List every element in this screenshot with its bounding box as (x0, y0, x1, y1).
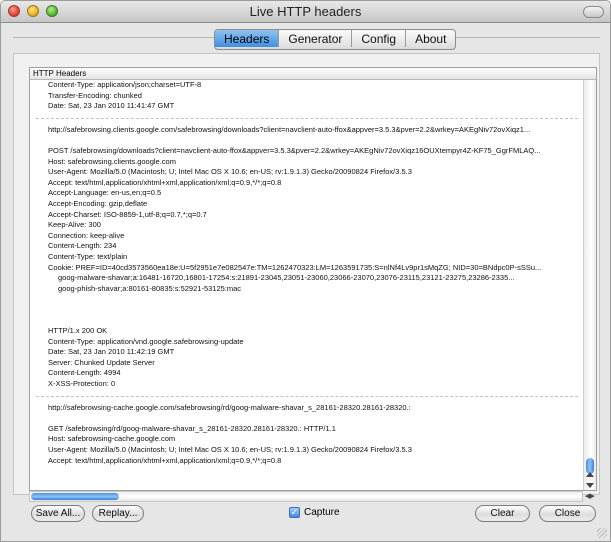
scroll-right-icon[interactable]: ▶ (589, 493, 594, 500)
http-headers-list[interactable]: HTTP Headers Content-Type: application/j… (29, 67, 597, 491)
tab-headers[interactable]: Headers (215, 30, 280, 47)
header-line[interactable]: Connection: keep-alive (30, 231, 582, 242)
horizontal-scroll-thumb[interactable] (31, 493, 119, 500)
resize-grip-icon[interactable] (597, 528, 607, 538)
header-line[interactable]: HTTP/1.x 200 OK (30, 326, 582, 337)
header-line[interactable]: Transfer-Encoding: chunked (30, 91, 582, 102)
window-title: Live HTTP headers (249, 4, 362, 19)
header-line[interactable]: Content-Type: application/json;charset=U… (30, 80, 582, 91)
horizontal-scrollbar[interactable] (29, 491, 583, 502)
header-line[interactable]: Accept: text/html,application/xhtml+xml,… (30, 456, 582, 467)
header-line[interactable]: User-Agent: Mozilla/5.0 (Macintosh; U; I… (30, 445, 582, 456)
header-line[interactable]: http://safebrowsing-cache.google.com/saf… (30, 403, 582, 414)
header-line[interactable]: Content-Type: text/plain (30, 252, 582, 263)
tab-bar: Headers Generator Config About (214, 29, 457, 50)
list-column-header[interactable]: HTTP Headers (30, 68, 596, 80)
header-line[interactable]: Cookie: PREF=ID=40cd3573560ea18e:U=5f295… (30, 263, 582, 274)
close-button[interactable]: Close (539, 505, 596, 522)
header-line[interactable]: Accept-Charset: ISO-8859-1,utf-8;q=0.7,*… (30, 210, 582, 221)
header-line[interactable]: Content-Length: 234 (30, 241, 582, 252)
capture-checkbox-group[interactable]: ✓ Capture (289, 507, 340, 518)
scroll-down-icon[interactable] (586, 483, 594, 488)
header-line[interactable]: Content-Type: application/vnd.google.saf… (30, 337, 582, 348)
header-line[interactable]: Host: safebrowsing.clients.google.com (30, 157, 582, 168)
header-line[interactable]: GET /safebrowsing/rd/goog-malware-shavar… (30, 424, 582, 435)
header-line[interactable]: goog-malware-shavar;a:16481-16720,16801-… (30, 273, 582, 284)
tab-generator[interactable]: Generator (279, 30, 353, 47)
replay-button[interactable]: Replay... (92, 505, 144, 522)
horizontal-scroll-arrows: ◀▶ (585, 491, 599, 502)
header-line[interactable]: Content-Length: 4994 (30, 368, 582, 379)
header-line[interactable]: Date: Sat, 23 Jan 2010 11:41:47 GMT (30, 101, 582, 112)
header-line[interactable]: Keep-Alive: 300 (30, 220, 582, 231)
capture-checkbox[interactable]: ✓ (289, 507, 300, 518)
clear-button[interactable]: Clear (475, 505, 530, 522)
header-line[interactable]: POST /safebrowsing/downloads?client=navc… (30, 146, 582, 157)
header-line[interactable]: Date: Sat, 23 Jan 2010 11:42:19 GMT (30, 347, 582, 358)
scroll-up-icon[interactable] (586, 472, 594, 477)
headers-content[interactable]: Content-Type: application/json;charset=U… (30, 80, 582, 490)
header-line[interactable]: X-XSS-Protection: 0 (30, 379, 582, 390)
header-line[interactable]: Host: safebrowsing-cache.google.com (30, 434, 582, 445)
toolbar-toggle-icon[interactable] (583, 6, 604, 18)
save-all-button[interactable]: Save All... (31, 505, 85, 522)
header-line[interactable]: User-Agent: Mozilla/5.0 (Macintosh; U; I… (30, 167, 582, 178)
app-window: Live HTTP headers Headers Generator Conf… (0, 0, 611, 542)
tab-config[interactable]: Config (352, 30, 407, 47)
request-separator (30, 390, 582, 403)
tab-about[interactable]: About (406, 30, 455, 47)
header-line[interactable]: Accept: text/html,application/xhtml+xml,… (30, 178, 582, 189)
request-separator (30, 112, 582, 125)
header-line[interactable]: Server: Chunked Update Server (30, 358, 582, 369)
vertical-scrollbar[interactable] (583, 80, 596, 490)
header-line[interactable]: goog-phish-shavar;a:80161-80835:s:52921-… (30, 284, 582, 295)
header-line[interactable]: http://safebrowsing.clients.google.com/s… (30, 125, 582, 136)
capture-label[interactable]: Capture (304, 507, 340, 518)
header-line[interactable]: Accept-Language: en-us,en;q=0.5 (30, 188, 582, 199)
header-line[interactable]: Accept-Encoding: gzip,deflate (30, 199, 582, 210)
title-bar[interactable]: Live HTTP headers (1, 1, 610, 23)
